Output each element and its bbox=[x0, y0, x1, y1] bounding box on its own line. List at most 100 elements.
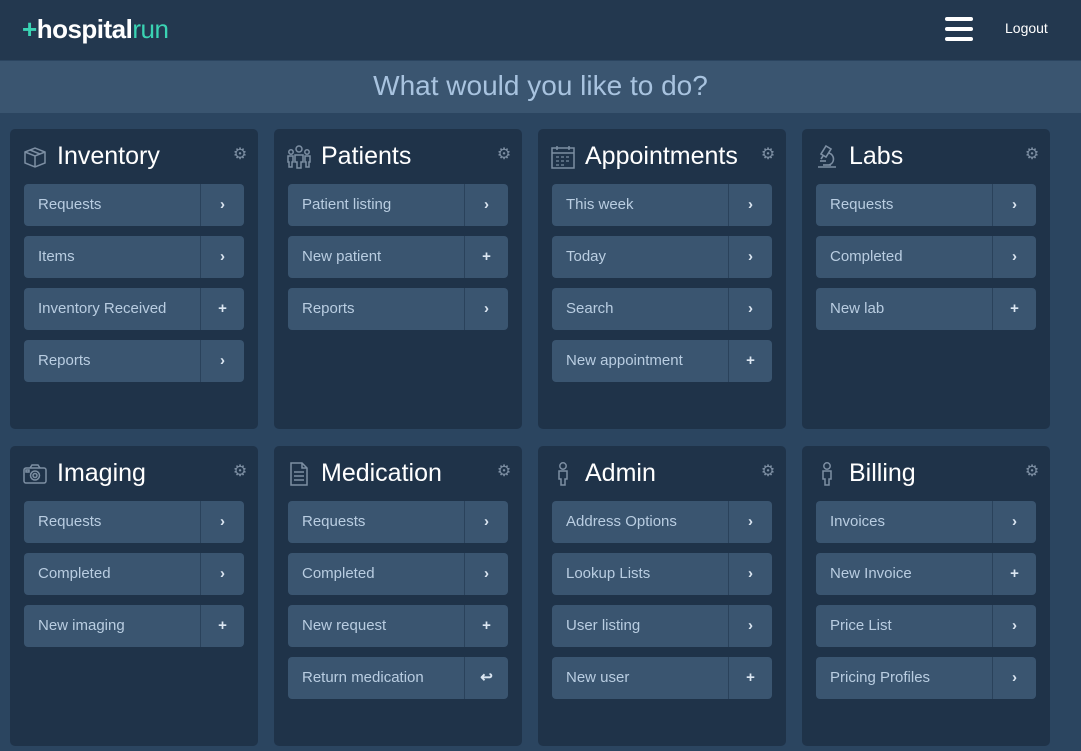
hospitalrun-logo[interactable]: +hospitalrun bbox=[22, 14, 169, 44]
action-button-patient-listing[interactable]: Patient listing › bbox=[288, 184, 508, 226]
gear-icon[interactable]: ⚙ bbox=[1024, 147, 1040, 163]
action-button-price-list[interactable]: Price List › bbox=[816, 605, 1036, 647]
chevron-right-icon[interactable]: › bbox=[729, 236, 772, 278]
plus-icon[interactable]: + bbox=[729, 657, 772, 699]
hamburger-menu-icon[interactable] bbox=[945, 17, 973, 41]
module-title[interactable]: Appointments bbox=[585, 141, 738, 171]
chevron-right-icon[interactable]: › bbox=[729, 501, 772, 543]
logout-link[interactable]: Logout bbox=[1005, 20, 1048, 36]
action-button-completed[interactable]: Completed › bbox=[816, 236, 1036, 278]
module-title[interactable]: Admin bbox=[585, 458, 656, 488]
action-button-inventory-received[interactable]: Inventory Received + bbox=[24, 288, 244, 330]
plus-icon[interactable]: + bbox=[729, 340, 772, 382]
action-button-invoices[interactable]: Invoices › bbox=[816, 501, 1036, 543]
action-button-new-appointment[interactable]: New appointment + bbox=[552, 340, 772, 382]
action-button-reports[interactable]: Reports › bbox=[288, 288, 508, 330]
action-button-requests[interactable]: Requests › bbox=[24, 501, 244, 543]
module-title[interactable]: Patients bbox=[321, 141, 411, 171]
action-button-requests[interactable]: Requests › bbox=[24, 184, 244, 226]
chevron-right-icon[interactable]: › bbox=[201, 340, 244, 382]
plus-icon[interactable]: + bbox=[201, 288, 244, 330]
gear-icon[interactable]: ⚙ bbox=[496, 147, 512, 163]
action-button-new-invoice[interactable]: New Invoice + bbox=[816, 553, 1036, 595]
chevron-right-icon[interactable]: › bbox=[201, 501, 244, 543]
action-label: New appointment bbox=[566, 352, 683, 369]
action-label: Reports bbox=[302, 300, 355, 317]
logo-plus-icon: + bbox=[22, 14, 37, 44]
chevron-right-icon[interactable]: › bbox=[201, 184, 244, 226]
action-button-reports[interactable]: Reports › bbox=[24, 340, 244, 382]
people-icon bbox=[286, 144, 312, 170]
gear-icon[interactable]: ⚙ bbox=[760, 147, 776, 163]
action-button-new-user[interactable]: New user + bbox=[552, 657, 772, 699]
action-label: Return medication bbox=[302, 669, 424, 686]
action-button-new-imaging[interactable]: New imaging + bbox=[24, 605, 244, 647]
action-label: New request bbox=[302, 617, 387, 634]
action-label: Search bbox=[566, 300, 614, 317]
action-label: Requests bbox=[830, 196, 894, 213]
action-label: Requests bbox=[302, 513, 366, 530]
action-button-new-patient[interactable]: New patient + bbox=[288, 236, 508, 278]
person-icon bbox=[550, 461, 576, 487]
chevron-right-icon[interactable]: › bbox=[729, 288, 772, 330]
module-title[interactable]: Labs bbox=[849, 141, 903, 171]
action-label: Inventory Received bbox=[38, 300, 167, 317]
action-button-lookup-lists[interactable]: Lookup Lists › bbox=[552, 553, 772, 595]
action-button-completed[interactable]: Completed › bbox=[24, 553, 244, 595]
gear-icon[interactable]: ⚙ bbox=[1024, 464, 1040, 480]
chevron-right-icon[interactable]: › bbox=[465, 184, 508, 226]
gear-icon[interactable]: ⚙ bbox=[496, 464, 512, 480]
gear-icon[interactable]: ⚙ bbox=[232, 464, 248, 480]
module-title[interactable]: Medication bbox=[321, 458, 442, 488]
chevron-right-icon[interactable]: › bbox=[729, 184, 772, 226]
module-header: Imaging ⚙ bbox=[22, 458, 248, 488]
action-button-items[interactable]: Items › bbox=[24, 236, 244, 278]
action-label: Today bbox=[566, 248, 607, 265]
plus-icon[interactable]: + bbox=[201, 605, 244, 647]
module-title[interactable]: Inventory bbox=[57, 141, 160, 171]
module-header: Labs ⚙ bbox=[814, 141, 1040, 171]
plus-icon[interactable]: + bbox=[465, 236, 508, 278]
plus-icon[interactable]: + bbox=[993, 288, 1036, 330]
action-button-requests[interactable]: Requests › bbox=[288, 501, 508, 543]
chevron-right-icon[interactable]: › bbox=[729, 605, 772, 647]
action-button-new-lab[interactable]: New lab + bbox=[816, 288, 1036, 330]
plus-icon[interactable]: + bbox=[993, 553, 1036, 595]
action-label: New Invoice bbox=[830, 565, 912, 582]
action-label: New patient bbox=[302, 248, 382, 265]
module-header: Billing ⚙ bbox=[814, 458, 1040, 488]
action-button-requests[interactable]: Requests › bbox=[816, 184, 1036, 226]
action-label: Completed bbox=[830, 248, 903, 265]
module-title[interactable]: Billing bbox=[849, 458, 916, 488]
chevron-right-icon[interactable]: › bbox=[465, 553, 508, 595]
module-card-imaging: Imaging ⚙ Requests › Completed › New imaging + bbox=[10, 446, 258, 746]
action-button-completed[interactable]: Completed › bbox=[288, 553, 508, 595]
reply-icon[interactable]: ↩ bbox=[465, 657, 508, 699]
module-header: Patients ⚙ bbox=[286, 141, 512, 171]
chevron-right-icon[interactable]: › bbox=[465, 288, 508, 330]
action-button-address-options[interactable]: Address Options › bbox=[552, 501, 772, 543]
chevron-right-icon[interactable]: › bbox=[993, 184, 1036, 226]
action-button-search[interactable]: Search › bbox=[552, 288, 772, 330]
module-title[interactable]: Imaging bbox=[57, 458, 146, 488]
action-button-this-week[interactable]: This week › bbox=[552, 184, 772, 226]
action-button-return-medication[interactable]: Return medication ↩ bbox=[288, 657, 508, 699]
action-button-user-listing[interactable]: User listing › bbox=[552, 605, 772, 647]
chevron-right-icon[interactable]: › bbox=[993, 605, 1036, 647]
action-button-new-request[interactable]: New request + bbox=[288, 605, 508, 647]
chevron-right-icon[interactable]: › bbox=[465, 501, 508, 543]
action-button-pricing-profiles[interactable]: Pricing Profiles › bbox=[816, 657, 1036, 699]
action-button-today[interactable]: Today › bbox=[552, 236, 772, 278]
plus-icon[interactable]: + bbox=[465, 605, 508, 647]
chevron-right-icon[interactable]: › bbox=[201, 236, 244, 278]
gear-icon[interactable]: ⚙ bbox=[232, 147, 248, 163]
chevron-right-icon[interactable]: › bbox=[729, 553, 772, 595]
action-label: User listing bbox=[566, 617, 641, 634]
chevron-right-icon[interactable]: › bbox=[993, 657, 1036, 699]
gear-icon[interactable]: ⚙ bbox=[760, 464, 776, 480]
action-label: Requests bbox=[38, 513, 102, 530]
chevron-right-icon[interactable]: › bbox=[201, 553, 244, 595]
chevron-right-icon[interactable]: › bbox=[993, 501, 1036, 543]
action-label: Requests bbox=[38, 196, 102, 213]
chevron-right-icon[interactable]: › bbox=[993, 236, 1036, 278]
